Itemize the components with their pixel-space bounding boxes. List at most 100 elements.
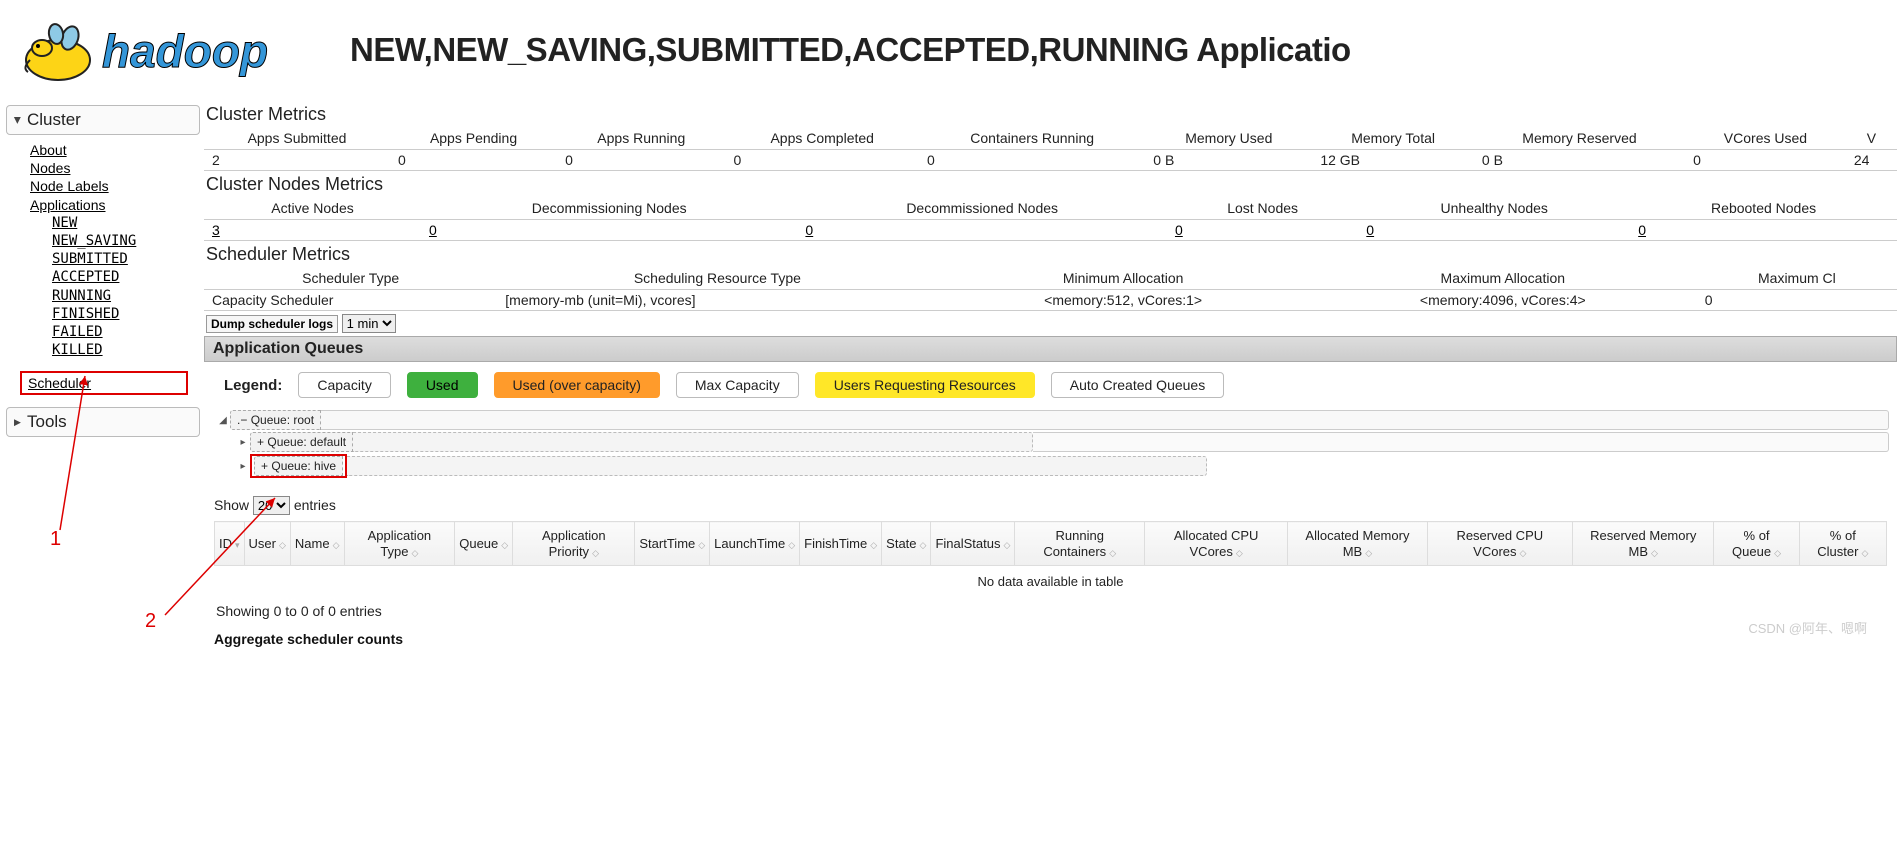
th-apps-completed: Apps Completed	[725, 127, 919, 150]
col-name[interactable]: Name◇	[290, 522, 344, 566]
col-user[interactable]: User◇	[244, 522, 290, 566]
tree-toggle-icon[interactable]: ◢	[216, 415, 230, 426]
sidebar-link-new[interactable]: NEW	[52, 214, 200, 232]
th: Decommissioning Nodes	[421, 197, 797, 220]
cluster-metrics-table: Apps Submitted Apps Pending Apps Running…	[204, 127, 1897, 171]
col-id[interactable]: ID▾	[215, 522, 245, 566]
td: <memory:512, vCores:1>	[937, 290, 1308, 311]
th: Active Nodes	[204, 197, 421, 220]
td: 0	[1697, 290, 1897, 311]
th-v: V	[1846, 127, 1897, 150]
col-finishtime[interactable]: FinishTime◇	[800, 522, 882, 566]
th-apps-submitted: Apps Submitted	[204, 127, 390, 150]
col-pct-cluster[interactable]: % of Cluster◇	[1799, 522, 1886, 566]
sidebar-link-accepted[interactable]: ACCEPTED	[52, 268, 200, 286]
entries-select[interactable]: 20	[253, 496, 290, 515]
sort-icon: ◇	[412, 548, 419, 558]
sort-icon: ◇	[1774, 548, 1781, 558]
sidebar-link-scheduler[interactable]: Scheduler	[28, 375, 91, 391]
col-queue[interactable]: Queue◇	[455, 522, 513, 566]
svg-text:hadoop: hadoop	[102, 25, 268, 77]
sidebar-group-cluster[interactable]: Cluster	[6, 105, 200, 135]
watermark: CSDN @阿年、嗯啊	[1748, 618, 1867, 637]
decommissioned-nodes-link[interactable]: 0	[805, 222, 813, 238]
th-memory-used: Memory Used	[1145, 127, 1312, 150]
rebooted-nodes-link[interactable]: 0	[1638, 222, 1646, 238]
col-state[interactable]: State◇	[882, 522, 931, 566]
td: 0	[1358, 220, 1630, 241]
sidebar-link-killed[interactable]: KILLED	[52, 341, 200, 359]
sidebar-link-new-saving[interactable]: NEW_SAVING	[52, 232, 200, 250]
show-entries: Show 20 entries	[214, 496, 1887, 515]
aggregate-title-cut: Aggregate scheduler counts	[204, 627, 1897, 647]
col-app-priority[interactable]: Application Priority◇	[513, 522, 635, 566]
queue-symbol: .−	[237, 413, 247, 427]
col-starttime[interactable]: StartTime◇	[635, 522, 710, 566]
tree-toggle-icon[interactable]: ▸	[236, 437, 250, 448]
tree-toggle-icon[interactable]: ▸	[236, 461, 250, 472]
sort-icon: ◇	[1004, 540, 1011, 550]
col-alloc-mem[interactable]: Allocated Memory MB◇	[1288, 522, 1427, 566]
sidebar-link-finished[interactable]: FINISHED	[52, 305, 200, 323]
sort-icon: ◇	[279, 540, 286, 550]
th: Lost Nodes	[1167, 197, 1358, 220]
decommissioning-nodes-link[interactable]: 0	[429, 222, 437, 238]
sort-icon: ◇	[698, 540, 705, 550]
sort-icon: ◇	[788, 540, 795, 550]
th-memory-total: Memory Total	[1312, 127, 1474, 150]
td: 2	[204, 150, 390, 171]
th: Rebooted Nodes	[1630, 197, 1897, 220]
td: 0	[390, 150, 557, 171]
queue-label: Queue: hive	[271, 459, 336, 473]
unhealthy-nodes-link[interactable]: 0	[1366, 222, 1374, 238]
annotation-2: 2	[145, 610, 156, 633]
scheduler-metrics-title: Scheduler Metrics	[206, 244, 1897, 265]
sidebar-link-running[interactable]: RUNNING	[52, 287, 200, 305]
col-pct-queue[interactable]: % of Queue◇	[1714, 522, 1799, 566]
sort-icon: ◇	[501, 540, 508, 550]
sort-icon: ◇	[1520, 548, 1527, 558]
dump-scheduler-logs-button[interactable]: Dump scheduler logs	[206, 315, 338, 333]
col-launchtime[interactable]: LaunchTime◇	[710, 522, 800, 566]
table-footer: Showing 0 to 0 of 0 entries	[214, 597, 1887, 625]
apps-table: ID▾ User◇ Name◇ Application Type◇ Queue◇…	[214, 521, 1887, 597]
col-running-containers[interactable]: Running Containers◇	[1015, 522, 1145, 566]
show-label-pre: Show	[214, 497, 249, 513]
sidebar-link-submitted[interactable]: SUBMITTED	[52, 250, 200, 268]
col-finalstatus[interactable]: FinalStatus◇	[931, 522, 1015, 566]
page-title: NEW,NEW_SAVING,SUBMITTED,ACCEPTED,RUNNIN…	[350, 31, 1351, 69]
queue-hive[interactable]: + Queue: hive	[254, 456, 343, 476]
queue-bar	[321, 410, 1889, 430]
queue-root[interactable]: .− Queue: root	[230, 410, 321, 430]
queue-default[interactable]: + Queue: default	[250, 432, 353, 452]
sidebar-link-failed[interactable]: FAILED	[52, 323, 200, 341]
legend-auto-created: Auto Created Queues	[1051, 372, 1224, 398]
sidebar-link-node-labels[interactable]: Node Labels	[30, 177, 200, 195]
queue-hive-highlight: + Queue: hive	[250, 454, 347, 478]
dump-duration-select[interactable]: 1 min	[342, 314, 396, 333]
col-alloc-vcores[interactable]: Allocated CPU VCores◇	[1145, 522, 1288, 566]
application-queues-header: Application Queues	[204, 336, 1897, 362]
queue-label: Queue: default	[267, 435, 346, 449]
col-app-type[interactable]: Application Type◇	[344, 522, 455, 566]
th: Minimum Allocation	[937, 267, 1308, 290]
sidebar-link-applications[interactable]: Applications	[30, 196, 200, 214]
td: 24	[1846, 150, 1897, 171]
td: 0	[797, 220, 1167, 241]
td: 0	[1685, 150, 1846, 171]
sidebar-group-tools[interactable]: Tools	[6, 407, 200, 437]
col-res-mem[interactable]: Reserved Memory MB◇	[1573, 522, 1714, 566]
legend-capacity: Capacity	[298, 372, 390, 398]
td: 0	[421, 220, 797, 241]
queue-symbol: +	[257, 435, 264, 449]
active-nodes-link[interactable]: 3	[212, 222, 220, 238]
sidebar-link-nodes[interactable]: Nodes	[30, 159, 200, 177]
th: Unhealthy Nodes	[1358, 197, 1630, 220]
col-res-vcores[interactable]: Reserved CPU VCores◇	[1427, 522, 1572, 566]
sort-icon: ◇	[1651, 548, 1658, 558]
lost-nodes-link[interactable]: 0	[1175, 222, 1183, 238]
sort-icon: ◇	[1109, 548, 1116, 558]
queue-symbol: +	[261, 459, 268, 473]
cluster-metrics-title: Cluster Metrics	[206, 104, 1897, 125]
sidebar-link-about[interactable]: About	[30, 141, 200, 159]
